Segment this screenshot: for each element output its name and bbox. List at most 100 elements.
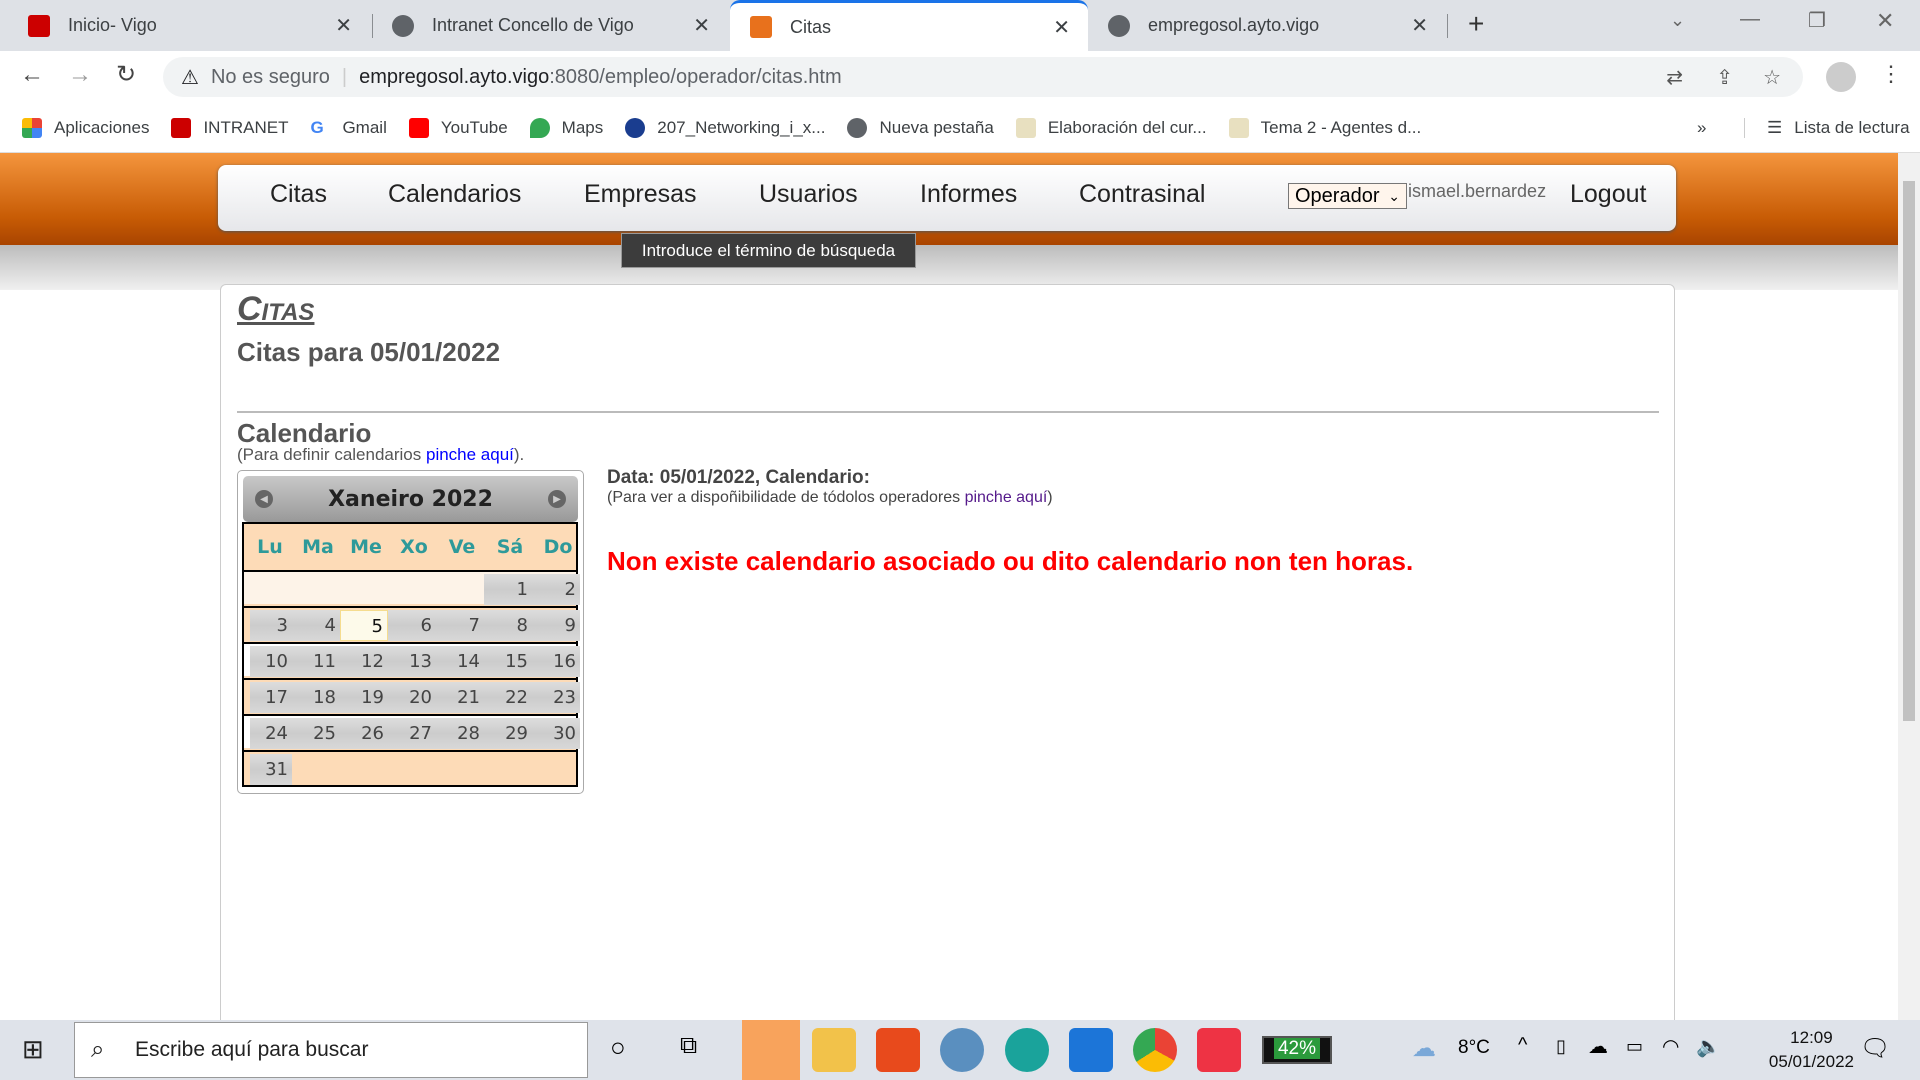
logout-link[interactable]: Logout: [1570, 180, 1646, 209]
tray-chevron-icon[interactable]: ^: [1518, 1034, 1527, 1057]
wifi-icon[interactable]: ◠: [1662, 1034, 1679, 1059]
nav-citas[interactable]: Citas: [270, 180, 327, 209]
day-cell[interactable]: 28: [436, 718, 484, 749]
day-cell[interactable]: 10: [250, 646, 292, 677]
bookmark-intranet[interactable]: INTRANET: [171, 118, 288, 138]
new-tab-button[interactable]: +: [1468, 8, 1484, 40]
windows-start-icon[interactable]: ⊞: [22, 1034, 44, 1065]
security-label[interactable]: No es seguro: [211, 66, 330, 89]
day-cell[interactable]: 18: [292, 682, 340, 713]
day-cell[interactable]: 30: [532, 718, 580, 749]
close-tab-icon[interactable]: ✕: [1053, 15, 1070, 40]
profile-avatar-icon[interactable]: [1826, 62, 1856, 92]
bookmark-elaboracion[interactable]: Elaboración del cur...: [1015, 118, 1207, 138]
restore-button[interactable]: ❐: [1808, 8, 1826, 33]
day-cell[interactable]: 12: [340, 646, 388, 677]
nav-contrasinal[interactable]: Contrasinal: [1079, 180, 1205, 209]
close-window-button[interactable]: ✕: [1876, 8, 1894, 34]
globe-app-icon[interactable]: [940, 1028, 984, 1072]
day-cell[interactable]: 6: [388, 610, 436, 641]
prev-month-icon[interactable]: ◀: [255, 490, 273, 508]
bookmark-star-icon[interactable]: ☆: [1763, 65, 1781, 90]
role-select[interactable]: Operador ⌄: [1288, 183, 1407, 209]
day-cell[interactable]: 25: [292, 718, 340, 749]
nav-empresas[interactable]: Empresas: [584, 180, 697, 209]
nav-calendarios[interactable]: Calendarios: [388, 180, 521, 209]
minimize-button[interactable]: —: [1740, 8, 1760, 31]
tab-search-icon[interactable]: ⌄: [1670, 10, 1685, 31]
define-calendars-link[interactable]: pinche aquí: [426, 445, 514, 464]
day-cell[interactable]: 21: [436, 682, 484, 713]
day-cell[interactable]: 2: [532, 574, 580, 605]
bookmark-maps[interactable]: Maps: [529, 118, 603, 138]
day-cell[interactable]: 11: [292, 646, 340, 677]
bookmark-nueva-pestana[interactable]: Nueva pestaña: [847, 118, 994, 138]
scrollbar-thumb[interactable]: [1903, 181, 1915, 721]
day-cell[interactable]: 26: [340, 718, 388, 749]
bookmarks-overflow[interactable]: »: [1697, 118, 1706, 138]
tab-citas[interactable]: Citas ✕: [730, 0, 1088, 51]
day-cell[interactable]: 23: [532, 682, 580, 713]
bookmark-tema2[interactable]: Tema 2 - Agentes d...: [1228, 118, 1421, 138]
bookmark-apps[interactable]: Aplicaciones: [22, 118, 149, 138]
reading-list[interactable]: ☰ Lista de lectura: [1744, 118, 1910, 138]
ie-app-icon[interactable]: [1005, 1028, 1049, 1072]
next-month-icon[interactable]: ▶: [548, 490, 566, 508]
file-explorer-icon[interactable]: [812, 1028, 856, 1072]
clock[interactable]: 12:09 05/01/2022: [1769, 1026, 1854, 1074]
day-cell[interactable]: 17: [250, 682, 292, 713]
battery-widget[interactable]: 42%: [1262, 1036, 1332, 1064]
taskbar-search[interactable]: ⌕ Escribe aquí para buscar: [74, 1022, 588, 1078]
day-cell[interactable]: 15: [484, 646, 532, 677]
translate-icon[interactable]: ⇄: [1666, 65, 1683, 90]
day-cell[interactable]: 7: [436, 610, 484, 641]
day-cell[interactable]: 20: [388, 682, 436, 713]
mail-icon[interactable]: [1069, 1028, 1113, 1072]
close-tab-icon[interactable]: ✕: [335, 13, 352, 38]
day-cell[interactable]: 14: [436, 646, 484, 677]
tab-intranet[interactable]: Intranet Concello de Vigo ✕: [372, 0, 728, 51]
weather-temp[interactable]: 8°C: [1458, 1037, 1490, 1059]
day-cell[interactable]: 27: [388, 718, 436, 749]
day-cell[interactable]: 31: [250, 754, 292, 785]
edge-icon[interactable]: [742, 1020, 800, 1080]
bookmark-youtube[interactable]: YouTube: [408, 118, 508, 138]
day-cell[interactable]: 24: [250, 718, 292, 749]
tab-inicio-vigo[interactable]: Inicio- Vigo ✕: [8, 0, 370, 51]
back-icon[interactable]: ←: [20, 61, 44, 89]
day-cell[interactable]: 22: [484, 682, 532, 713]
day-cell[interactable]: 13: [388, 646, 436, 677]
forward-icon[interactable]: →: [68, 61, 92, 89]
day-cell[interactable]: 9: [532, 610, 580, 641]
chrome-icon[interactable]: [1133, 1028, 1177, 1072]
close-tab-icon[interactable]: ✕: [1411, 13, 1428, 38]
day-cell[interactable]: 29: [484, 718, 532, 749]
day-cell[interactable]: 5: [340, 610, 388, 641]
share-icon[interactable]: ⇪: [1716, 65, 1733, 90]
reload-icon[interactable]: ↻: [116, 60, 136, 89]
availability-link[interactable]: pinche aquí: [965, 489, 1048, 506]
nav-usuarios[interactable]: Usuarios: [759, 180, 858, 209]
cortana-icon[interactable]: ○: [610, 1032, 626, 1063]
volume-icon[interactable]: 🔈: [1696, 1034, 1721, 1059]
bookmark-networking[interactable]: 207_Networking_i_x...: [625, 118, 825, 138]
office-icon[interactable]: [876, 1028, 920, 1072]
menu-icon[interactable]: ⋮: [1880, 61, 1902, 87]
onedrive-icon[interactable]: ☁: [1588, 1034, 1608, 1059]
tab-empregosol[interactable]: empregosol.ayto.vigo ✕: [1088, 0, 1446, 51]
day-cell[interactable]: 4: [292, 610, 340, 641]
day-cell[interactable]: 19: [340, 682, 388, 713]
day-cell[interactable]: 1: [484, 574, 532, 605]
tray-device-icon[interactable]: ▯: [1556, 1036, 1566, 1057]
bookmark-gmail[interactable]: G Gmail: [310, 118, 386, 138]
address-input[interactable]: ⚠ No es seguro | empregosol.ayto.vigo:80…: [163, 57, 1803, 97]
day-cell[interactable]: 8: [484, 610, 532, 641]
nav-informes[interactable]: Informes: [920, 180, 1017, 209]
task-view-icon[interactable]: ⧉: [680, 1032, 697, 1060]
close-tab-icon[interactable]: ✕: [693, 13, 710, 38]
battery-icon[interactable]: ▭: [1626, 1036, 1643, 1057]
notifications-icon[interactable]: 🗨: [1860, 1034, 1890, 1063]
snipping-tool-icon[interactable]: [1197, 1028, 1241, 1072]
day-cell[interactable]: 3: [250, 610, 292, 641]
day-cell[interactable]: 16: [532, 646, 580, 677]
